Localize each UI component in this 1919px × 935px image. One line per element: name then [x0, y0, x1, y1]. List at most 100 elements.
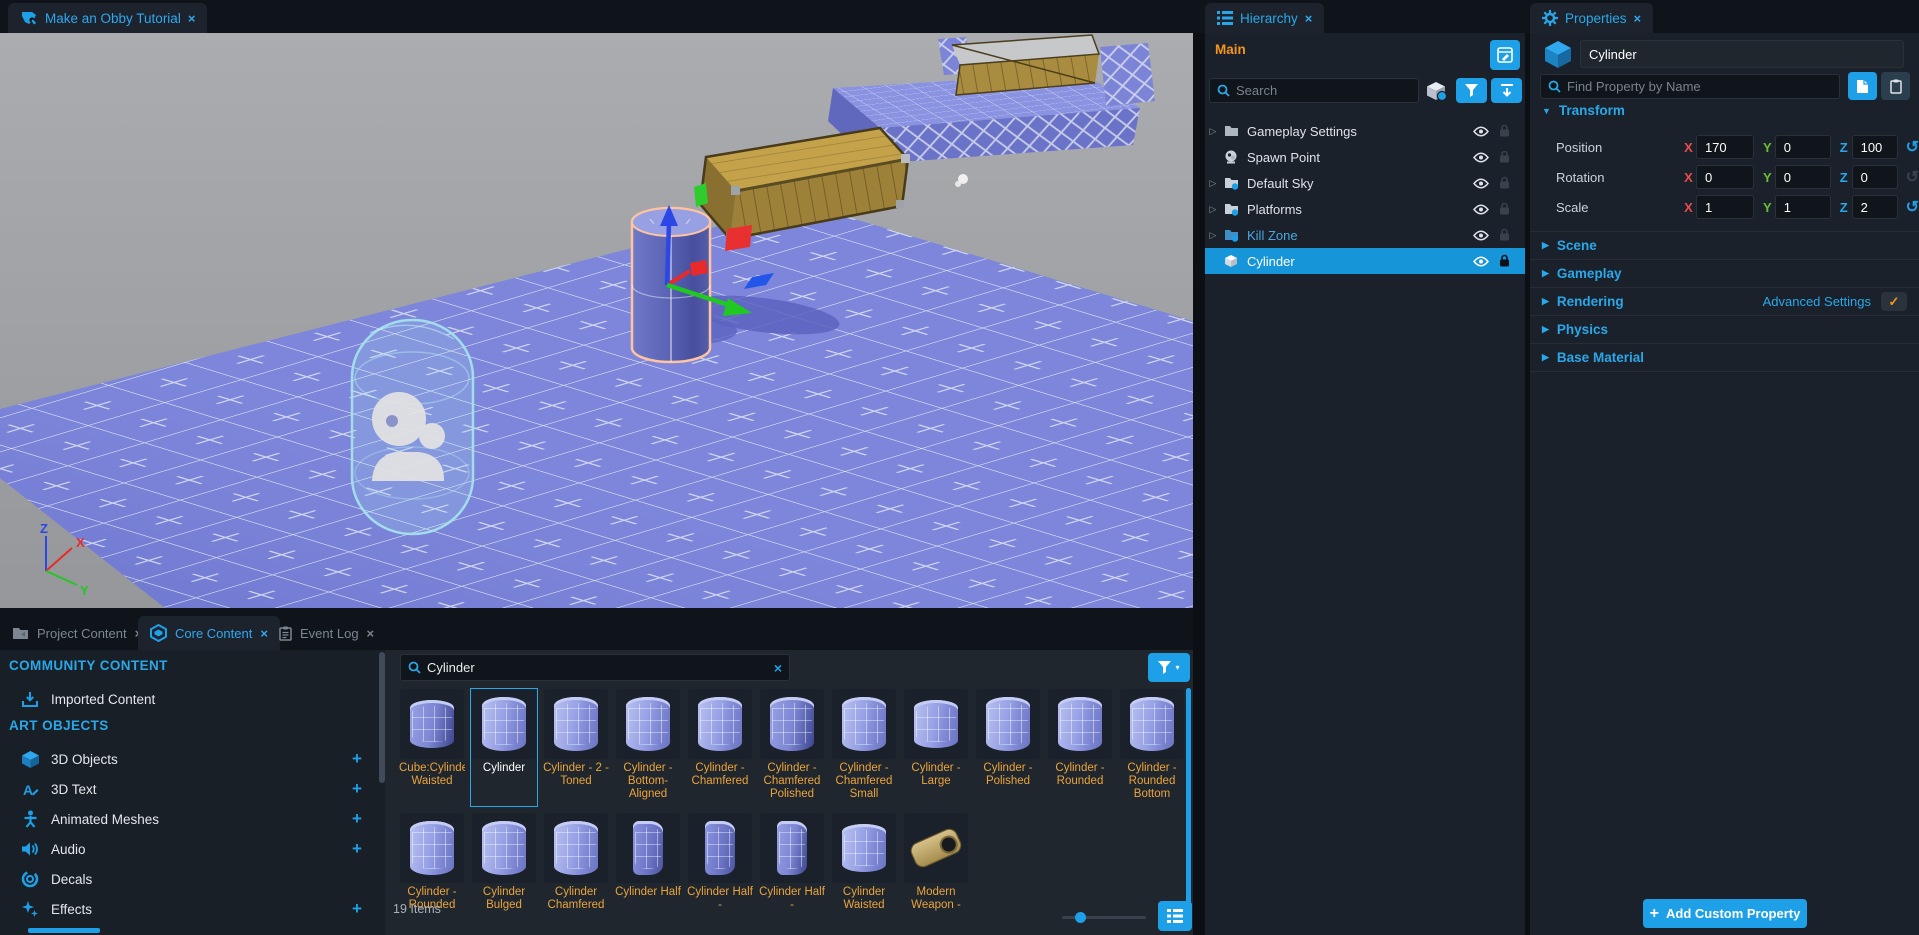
ground-platform[interactable] — [0, 204, 1193, 608]
scenes-button[interactable] — [1490, 40, 1520, 70]
rotation-x-input[interactable] — [1696, 165, 1754, 189]
lock-icon[interactable] — [1499, 124, 1510, 137]
hierarchy-search[interactable] — [1209, 78, 1419, 103]
section-base-material[interactable]: ▶Base Material — [1530, 343, 1919, 371]
asset-tile[interactable]: Cylinder - Chamfered — [686, 688, 754, 807]
tree-row-kill-zone[interactable]: ▷ Kill Zone — [1205, 222, 1525, 248]
focus-object-icon[interactable] — [1424, 80, 1448, 102]
add-icon[interactable]: + — [352, 749, 362, 769]
sidebar-item-effects[interactable]: Effects + — [0, 894, 375, 924]
collapse-all-button[interactable] — [1491, 78, 1522, 103]
lock-icon[interactable] — [1499, 202, 1510, 215]
add-icon[interactable]: + — [352, 839, 362, 859]
asset-tile[interactable]: Cylinder - Chamfered Small — [830, 688, 898, 807]
add-icon[interactable]: + — [352, 899, 362, 919]
property-search[interactable] — [1540, 74, 1840, 99]
lock-icon[interactable] — [1499, 254, 1510, 267]
sidebar-item-3d-text[interactable]: A 3D Text + — [0, 774, 375, 804]
sidebar-item-3d-objects[interactable]: 3D Objects + — [0, 744, 375, 774]
asset-tile[interactable]: Cylinder - 2 -Toned — [542, 688, 610, 807]
section-rendering[interactable]: ▶Rendering Advanced Settings ✓ — [1530, 287, 1919, 315]
visibility-eye-icon[interactable] — [1473, 178, 1489, 189]
crate-large[interactable] — [700, 128, 910, 240]
position-x-input[interactable] — [1696, 135, 1754, 159]
asset-tile[interactable]: Cylinder Chamfered — [542, 812, 610, 916]
tree-row-cylinder-selected[interactable]: Cylinder — [1205, 248, 1525, 274]
tab-project-content[interactable]: Project Content × — [0, 616, 154, 650]
lock-icon[interactable] — [1499, 150, 1510, 163]
visibility-eye-icon[interactable] — [1473, 204, 1489, 215]
tree-row-platforms[interactable]: ▷ Platforms — [1205, 196, 1525, 222]
tab-core-content[interactable]: Core Content × — [138, 616, 280, 650]
reset-rotation-icon[interactable]: ↺ — [1906, 167, 1919, 187]
close-icon[interactable]: × — [1634, 11, 1642, 26]
lock-icon[interactable] — [1499, 176, 1510, 189]
content-filter-button[interactable]: ▾ — [1148, 653, 1190, 682]
tree-row-spawn-point[interactable]: Spawn Point — [1205, 144, 1525, 170]
asset-tile[interactable]: Cylinder Half — [614, 812, 682, 916]
clear-search-icon[interactable]: × — [774, 660, 782, 676]
position-z-input[interactable] — [1852, 135, 1898, 159]
section-physics[interactable]: ▶Physics — [1530, 315, 1919, 343]
asset-tile[interactable]: Cylinder - Chamfered Polished — [758, 688, 826, 807]
content-search-input[interactable] — [427, 660, 768, 675]
asset-tile[interactable]: Cylinder - Rounded Bottom — [1118, 688, 1186, 807]
advanced-settings-checkbox[interactable]: ✓ — [1881, 292, 1907, 311]
asset-tile[interactable]: Cylinder - Rounded — [1046, 688, 1114, 807]
visibility-eye-icon[interactable] — [1473, 256, 1489, 267]
asset-tile[interactable]: Cylinder - Polished — [974, 688, 1042, 807]
asset-tile[interactable]: Cylinder Bulged — [470, 812, 538, 916]
project-tab[interactable]: Make an Obby Tutorial × — [8, 3, 207, 33]
asset-tile[interactable]: Cylinder - Large — [902, 688, 970, 807]
section-gameplay[interactable]: ▶Gameplay — [1530, 259, 1919, 287]
tab-event-log[interactable]: Event Log × — [267, 616, 386, 650]
position-y-input[interactable] — [1775, 135, 1831, 159]
spawn-capsule[interactable] — [352, 320, 473, 534]
add-custom-property-button[interactable]: + Add Custom Property — [1643, 899, 1807, 928]
asset-tile[interactable]: Cylinder - Bottom-Aligned — [614, 688, 682, 807]
visibility-eye-icon[interactable] — [1473, 230, 1489, 241]
asset-tile-selected[interactable]: Cylinder — [470, 688, 538, 807]
transform-section-header[interactable]: ▼ Transform — [1542, 103, 1625, 118]
close-icon[interactable]: × — [188, 11, 196, 26]
expand-caret-icon[interactable]: ▷ — [1205, 126, 1221, 137]
expand-caret-icon[interactable]: ▷ — [1205, 230, 1221, 241]
paste-properties-button[interactable] — [1881, 72, 1910, 100]
expand-caret-icon[interactable]: ▷ — [1205, 178, 1221, 189]
reset-scale-icon[interactable]: ↺ — [1906, 197, 1919, 217]
hierarchy-filter-button[interactable] — [1456, 78, 1487, 103]
asset-tile[interactable]: Cylinder Half - — [758, 812, 826, 916]
slider-thumb[interactable] — [1075, 912, 1086, 923]
sidebar-item-imported-content[interactable]: Imported Content — [0, 684, 375, 714]
add-icon[interactable]: + — [352, 779, 362, 799]
expand-caret-icon[interactable]: ▷ — [1205, 204, 1221, 215]
object-name-field[interactable] — [1580, 40, 1904, 68]
lock-icon[interactable] — [1499, 228, 1510, 241]
asset-tile[interactable]: Cube:Cylinder Waisted — [398, 688, 466, 807]
sidebar-item-decals[interactable]: Decals — [0, 864, 375, 894]
scale-y-input[interactable] — [1775, 195, 1831, 219]
asset-tile[interactable]: Cylinder - Rounded — [398, 812, 466, 916]
scale-z-input[interactable] — [1852, 195, 1898, 219]
tab-hierarchy[interactable]: Hierarchy × — [1205, 3, 1324, 33]
content-scrollbar[interactable] — [1186, 688, 1191, 906]
add-icon[interactable]: + — [352, 809, 362, 829]
asset-tile[interactable]: Cylinder Half - — [686, 812, 754, 916]
rotation-y-input[interactable] — [1775, 165, 1831, 189]
visibility-eye-icon[interactable] — [1473, 126, 1489, 137]
property-search-input[interactable] — [1567, 79, 1832, 94]
hierarchy-search-input[interactable] — [1236, 83, 1411, 98]
tree-row-default-sky[interactable]: ▷ Default Sky — [1205, 170, 1525, 196]
asset-tile[interactable]: Modern Weapon - — [902, 812, 970, 916]
asset-tile[interactable]: Cylinder Waisted — [830, 812, 898, 916]
tree-row-gameplay-settings[interactable]: ▷ Gameplay Settings — [1205, 118, 1525, 144]
close-icon[interactable]: × — [367, 626, 375, 641]
sidebar-item-audio[interactable]: Audio + — [0, 834, 375, 864]
scale-x-input[interactable] — [1696, 195, 1754, 219]
sidebar-item-animated-meshes[interactable]: Animated Meshes + — [0, 804, 375, 834]
viewport-3d[interactable]: Z X Y — [0, 33, 1193, 608]
tab-properties[interactable]: Properties × — [1530, 3, 1653, 33]
visibility-eye-icon[interactable] — [1473, 152, 1489, 163]
content-search[interactable]: × — [400, 654, 790, 681]
rotation-z-input[interactable] — [1852, 165, 1898, 189]
